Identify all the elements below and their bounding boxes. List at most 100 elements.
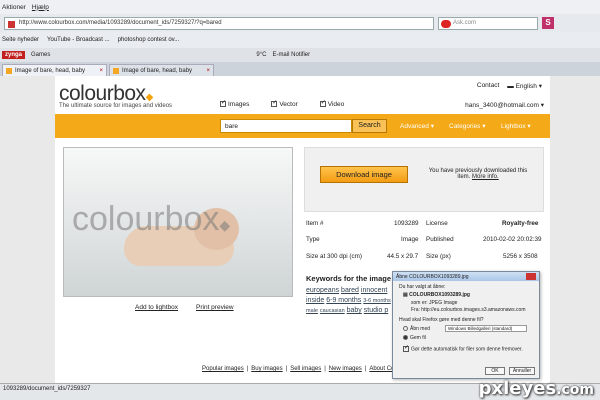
close-icon[interactable] bbox=[526, 273, 536, 280]
tab-label: Image of bare, head, baby bbox=[122, 67, 193, 74]
add-to-lightbox-link[interactable]: Add to lightbox bbox=[135, 304, 178, 311]
keyword-link[interactable]: europeans bbox=[306, 287, 339, 294]
dialog-source: Fra: http://eu.colourbox.images.s3.amazo… bbox=[411, 307, 526, 313]
weather-readout: 9°C bbox=[256, 52, 267, 58]
logo-diamond-icon: ◆ bbox=[145, 92, 154, 103]
info-label: Item # bbox=[306, 220, 324, 227]
filter-label: Vector bbox=[279, 101, 298, 108]
filter-label: Images bbox=[228, 101, 250, 108]
filter-vector[interactable]: Vector bbox=[271, 99, 298, 108]
address-bar: http://www.colourbox.com/media/1093289/d… bbox=[0, 14, 600, 32]
info-value: Royalty-free bbox=[502, 220, 539, 227]
user-email: hans_3400@hotmail.com bbox=[465, 102, 539, 109]
watermark-domain: .com bbox=[556, 382, 594, 398]
site-tagline: The ultimate source for images and video… bbox=[59, 103, 173, 109]
url-field[interactable]: http://www.colourbox.com/media/1093289/d… bbox=[4, 16, 434, 30]
keywords-title: Keywords for the image " bbox=[306, 274, 397, 283]
checkbox-icon[interactable] bbox=[319, 99, 326, 108]
keyword-link[interactable]: 3-6 months bbox=[363, 298, 391, 304]
tab-strip: Image of bare, head, baby × Image of bare… bbox=[0, 62, 600, 76]
email-notifier[interactable]: E-mail Notifier bbox=[272, 52, 310, 58]
open-with-option[interactable]: Åbn med bbox=[403, 326, 430, 332]
info-label: Published bbox=[426, 236, 454, 243]
cancel-button[interactable]: Annuller bbox=[509, 367, 535, 375]
user-account[interactable]: hans_3400@hotmail.com ▾ bbox=[465, 101, 544, 109]
pxleyes-watermark: pxleyes.com bbox=[479, 378, 594, 399]
nav-label: Lightbox bbox=[501, 123, 526, 130]
filter-images[interactable]: Images bbox=[220, 99, 250, 108]
info-label: License bbox=[426, 220, 448, 227]
info-value: 5256 x 3508 bbox=[503, 253, 538, 260]
flag-icon: ▬ bbox=[507, 83, 516, 90]
more-info-link[interactable]: More info. bbox=[472, 174, 499, 180]
contact-link[interactable]: Contact bbox=[477, 82, 499, 90]
keyword-link[interactable]: bared bbox=[341, 287, 359, 294]
url-text: http://www.colourbox.com/media/1093289/d… bbox=[19, 20, 222, 26]
addon-toolbar: zynga Games 9°C E-mail Notifier bbox=[0, 48, 600, 62]
save-file-option[interactable]: Gem fil bbox=[403, 335, 426, 341]
checkbox-icon[interactable] bbox=[271, 99, 277, 108]
close-icon[interactable]: × bbox=[99, 68, 103, 74]
keyword-link[interactable]: baby bbox=[347, 307, 362, 314]
keyword-tags: europeans bared innocent inside 6-9 mont… bbox=[306, 286, 396, 316]
checkbox-icon[interactable] bbox=[403, 344, 409, 352]
bookmark-item[interactable]: Seite nyheder bbox=[2, 37, 39, 43]
download-image-button[interactable]: Download image bbox=[320, 166, 408, 183]
checkbox-label: Gør dette automatisk for filer som denne… bbox=[411, 346, 523, 353]
bookmarks-bar: Seite nyheder YouTube - Broadcast ... ph… bbox=[0, 32, 600, 48]
app-select[interactable]: Windows Billedgalleri (standard) bbox=[445, 325, 527, 332]
keyword-link[interactable]: male bbox=[306, 308, 318, 314]
footer-link[interactable]: Sell images bbox=[290, 366, 321, 372]
nav-advanced[interactable]: Advanced ▾ bbox=[400, 122, 434, 130]
filter-label: Video bbox=[327, 101, 345, 108]
keyword-link[interactable]: inside bbox=[306, 297, 324, 304]
always-do-this-checkbox[interactable]: Gør dette automatisk for filer som denne… bbox=[403, 344, 523, 353]
ok-button[interactable]: OK bbox=[485, 367, 505, 375]
bookmark-item[interactable]: photoshop contest ov... bbox=[118, 37, 180, 43]
watermark-diamond-icon: ◆ bbox=[219, 217, 231, 233]
checkbox-icon[interactable] bbox=[220, 99, 226, 108]
close-icon[interactable]: × bbox=[206, 68, 210, 74]
footer-link[interactable]: New images bbox=[329, 366, 362, 372]
info-label: Size (px) bbox=[426, 253, 451, 260]
option-label: Gem fil bbox=[410, 335, 426, 341]
nav-categories[interactable]: Categories ▾ bbox=[449, 122, 486, 130]
site-favicon-icon bbox=[8, 20, 15, 28]
filter-video[interactable]: Video bbox=[319, 99, 345, 108]
footer-link[interactable]: Buy images bbox=[251, 366, 282, 372]
nav-lightbox[interactable]: Lightbox ▾ bbox=[501, 122, 531, 130]
image-watermark: colourbox◆ bbox=[72, 200, 230, 239]
search-button[interactable]: Search bbox=[352, 119, 387, 133]
media-filters: Images Vector Video bbox=[220, 99, 345, 108]
info-label: Size at 300 dpi (cm) bbox=[306, 253, 362, 260]
site-search-input[interactable]: bare bbox=[220, 119, 352, 133]
addon-s-icon[interactable]: S bbox=[542, 17, 554, 29]
tab-favicon-icon bbox=[6, 67, 12, 74]
logo-text: colourbox bbox=[59, 82, 146, 105]
browser-search-field[interactable]: Ask.com bbox=[438, 16, 538, 30]
footer-link[interactable]: Popular images bbox=[202, 366, 244, 372]
photo-actions: Add to lightbox Print preview bbox=[135, 304, 234, 311]
info-label: Type bbox=[306, 236, 320, 243]
tab-inactive[interactable]: Image of bare, head, baby × bbox=[109, 64, 214, 76]
tab-label: Image of bare, head, baby bbox=[15, 67, 86, 74]
bookmark-item[interactable]: YouTube - Broadcast ... bbox=[47, 37, 110, 43]
menu-actions[interactable]: Aktioner bbox=[2, 4, 26, 11]
language-select[interactable]: ▬ English ▾ bbox=[507, 82, 542, 90]
print-preview-link[interactable]: Print preview bbox=[196, 304, 234, 311]
filename-text: COLOURBOX1093289.jpg bbox=[409, 292, 470, 298]
radio-icon[interactable] bbox=[403, 326, 408, 332]
keyword-link[interactable]: studio p bbox=[364, 307, 389, 314]
zynga-logo[interactable]: zynga bbox=[2, 51, 26, 59]
info-value: Image bbox=[401, 236, 419, 243]
nav-label: Categories bbox=[449, 123, 481, 130]
keyword-link[interactable]: innocent bbox=[361, 287, 387, 294]
games-menu[interactable]: Games bbox=[31, 52, 50, 58]
tab-active[interactable]: Image of bare, head, baby × bbox=[2, 64, 107, 76]
radio-selected-icon[interactable] bbox=[403, 335, 408, 341]
dialog-filetype: som er: JPEG Image bbox=[411, 300, 458, 306]
keyword-link[interactable]: 6-9 months bbox=[326, 297, 361, 304]
watermark-name: pxleyes bbox=[478, 378, 557, 399]
keyword-link[interactable]: caucasian bbox=[320, 308, 345, 314]
menu-help[interactable]: Hjælp bbox=[32, 4, 49, 11]
